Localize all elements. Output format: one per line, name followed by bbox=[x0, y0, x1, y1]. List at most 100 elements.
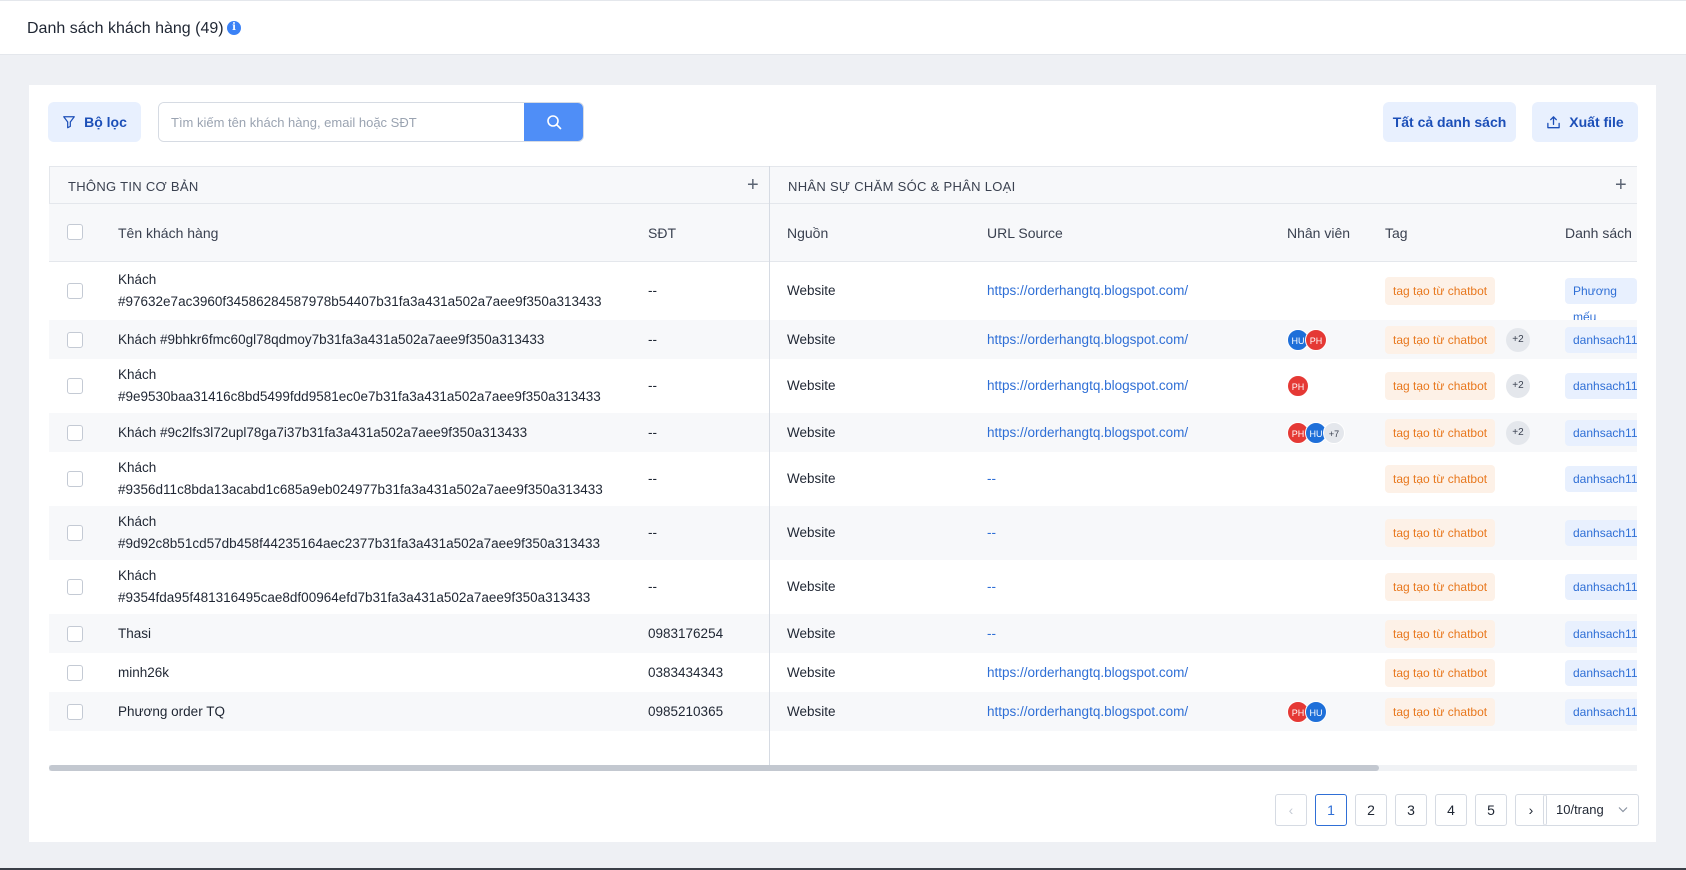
customer-source: Website bbox=[787, 579, 836, 594]
row-checkbox[interactable] bbox=[67, 378, 83, 394]
customer-name[interactable]: minh26k bbox=[118, 662, 169, 684]
url-source-link[interactable]: https://orderhangtq.blogspot.com/ bbox=[987, 378, 1188, 393]
row-checkbox[interactable] bbox=[67, 525, 83, 541]
customer-name[interactable]: Khách #9c2lfs3l72upl78ga7i37b31fa3a431a5… bbox=[118, 422, 527, 444]
staff-avatars[interactable]: PH HU bbox=[1287, 700, 1327, 723]
pagination-page-1[interactable]: 1 bbox=[1315, 794, 1347, 826]
row-checkbox[interactable] bbox=[67, 424, 83, 441]
customer-source: Website bbox=[787, 625, 836, 641]
avatar[interactable]: HU bbox=[1305, 700, 1327, 723]
table-row[interactable]: Khách #9bhkr6fmc60gl78qdmoy7b31fa3a431a5… bbox=[49, 320, 1637, 359]
pagination-page-5[interactable]: 5 bbox=[1475, 794, 1507, 826]
url-source-link[interactable]: https://orderhangtq.blogspot.com/ bbox=[987, 704, 1188, 719]
tag-more-count[interactable]: +2 bbox=[1506, 374, 1530, 398]
customer-name[interactable]: Khách #9356d11c8bda13acabd1c685a9eb024977… bbox=[118, 457, 603, 501]
plus-icon[interactable]: + bbox=[747, 174, 759, 197]
filter-icon bbox=[63, 116, 75, 129]
table-row[interactable]: Khách #9d92c8b51cd57db458f44235164aec2377… bbox=[49, 506, 1637, 560]
customer-phone: -- bbox=[648, 331, 657, 347]
customer-name-line1: Thasi bbox=[118, 625, 152, 641]
url-source-link[interactable]: https://orderhangtq.blogspot.com/ bbox=[987, 665, 1188, 680]
pagination-page-4[interactable]: 4 bbox=[1435, 794, 1467, 826]
select-all-checkbox[interactable] bbox=[67, 224, 83, 240]
info-icon[interactable]: i bbox=[227, 21, 241, 35]
column-header-tag[interactable]: Tag bbox=[1385, 225, 1408, 241]
filter-button[interactable]: Bộ lọc bbox=[48, 102, 141, 142]
column-header-url-source[interactable]: URL Source bbox=[987, 225, 1063, 241]
staff-avatars[interactable]: HU PH bbox=[1287, 328, 1327, 351]
customer-list-panel: Bộ lọc Tất cả danh sách Xuất file THÔNG … bbox=[29, 85, 1656, 842]
plus-icon[interactable]: + bbox=[1615, 174, 1627, 197]
column-header-staff[interactable]: Nhân viên bbox=[1287, 225, 1350, 241]
staff-avatars[interactable]: PH bbox=[1287, 375, 1309, 397]
customer-name-line1: Khách bbox=[118, 367, 157, 382]
customer-name-line1: Khách bbox=[118, 460, 157, 475]
column-header-name[interactable]: Tên khách hàng bbox=[118, 225, 218, 241]
url-source-empty: -- bbox=[987, 471, 996, 486]
row-checkbox[interactable] bbox=[67, 625, 83, 642]
customer-source: Website bbox=[787, 378, 836, 393]
avatar[interactable]: PH bbox=[1287, 375, 1309, 397]
table-row[interactable]: Khách #9354fda95f481316495cae8df00964efd7… bbox=[49, 560, 1637, 614]
tag-more-count[interactable]: +2 bbox=[1506, 327, 1530, 352]
pagination-page-3[interactable]: 3 bbox=[1395, 794, 1427, 826]
url-source-link[interactable]: https://orderhangtq.blogspot.com/ bbox=[987, 425, 1188, 440]
table-row[interactable]: Thasi 0983176254 Website -- tag tạo từ chatb… bbox=[49, 614, 1637, 653]
horizontal-scrollbar[interactable] bbox=[49, 765, 1637, 771]
table-row[interactable]: Khách #9c2lfs3l72upl78ga7i37b31fa3a431a5… bbox=[49, 413, 1637, 452]
customer-name-line1: Khách #9c2lfs3l72upl78ga7i37b31fa3a431a5… bbox=[118, 424, 528, 440]
row-checkbox[interactable] bbox=[67, 471, 83, 487]
row-checkbox[interactable] bbox=[67, 579, 83, 595]
list-badge: danhsach11 bbox=[1565, 620, 1637, 647]
column-header-list[interactable]: Danh sách bbox=[1565, 225, 1632, 241]
customer-phone: -- bbox=[648, 525, 657, 540]
row-checkbox[interactable] bbox=[67, 703, 83, 720]
column-header-phone[interactable]: SĐT bbox=[648, 225, 676, 241]
search-button[interactable] bbox=[524, 103, 583, 141]
customer-phone: -- bbox=[648, 579, 657, 594]
group-title-staff-classification: NHÂN SỰ CHĂM SÓC & PHÂN LOẠI bbox=[788, 179, 1016, 194]
all-lists-button-label: Tất cả danh sách bbox=[1392, 114, 1507, 130]
table-row[interactable]: Khách #97632e7ac3960f34586284587978b54407… bbox=[49, 262, 1637, 324]
customer-name-line1: Khách bbox=[118, 568, 157, 583]
page-size-select[interactable]: 10/trang bbox=[1543, 794, 1639, 826]
list-badge: danhsach11 bbox=[1565, 698, 1637, 725]
export-button[interactable]: Xuất file bbox=[1532, 102, 1638, 142]
chevron-down-icon bbox=[1618, 795, 1628, 837]
customer-name[interactable]: Khách #9d92c8b51cd57db458f44235164aec2377… bbox=[118, 511, 600, 555]
tag-badge: tag tạo từ chatbot bbox=[1385, 465, 1496, 493]
staff-avatars[interactable]: PH HU +7 bbox=[1287, 421, 1345, 444]
column-header-source[interactable]: Nguồn bbox=[787, 225, 828, 241]
list-badge: danhsach11 bbox=[1565, 326, 1637, 353]
customer-name[interactable]: Khách #9354fda95f481316495cae8df00964efd7… bbox=[118, 565, 590, 609]
staff-more-count[interactable]: +7 bbox=[1323, 421, 1345, 444]
table-row[interactable]: Khách #9356d11c8bda13acabd1c685a9eb024977… bbox=[49, 452, 1637, 506]
customer-name[interactable]: Thasi bbox=[118, 623, 151, 645]
row-checkbox[interactable] bbox=[67, 331, 83, 348]
customer-name[interactable]: Khách #97632e7ac3960f34586284587978b54407… bbox=[118, 269, 602, 313]
row-checkbox[interactable] bbox=[67, 664, 83, 681]
table-row[interactable]: Phương order TQ 0985210365 Website https://… bbox=[49, 692, 1637, 731]
row-checkbox[interactable] bbox=[67, 283, 83, 299]
customer-phone: -- bbox=[648, 424, 657, 440]
customer-phone: -- bbox=[648, 378, 657, 393]
search-input[interactable] bbox=[159, 103, 526, 141]
avatar[interactable]: PH bbox=[1305, 328, 1327, 351]
url-source-link[interactable]: https://orderhangtq.blogspot.com/ bbox=[987, 283, 1188, 298]
table-row[interactable]: Khách #9e9530baa31416c8bd5499fdd9581ec0e7… bbox=[49, 359, 1637, 413]
customer-name[interactable]: Phương order TQ bbox=[118, 701, 225, 723]
customer-name-line2: #9356d11c8bda13acabd1c685a9eb024977b31fa… bbox=[118, 482, 603, 497]
customer-name-line2: #97632e7ac3960f34586284587978b54407b31fa… bbox=[118, 294, 602, 309]
top-header-bar: Danh sách khách hàng (49) i bbox=[0, 0, 1686, 55]
all-lists-button[interactable]: Tất cả danh sách bbox=[1383, 102, 1516, 142]
pagination-prev-button[interactable]: ‹ bbox=[1275, 794, 1307, 826]
table-row[interactable]: minh26k 0383434343 Website https://orderhan… bbox=[49, 653, 1637, 692]
url-source-link[interactable]: https://orderhangtq.blogspot.com/ bbox=[987, 332, 1188, 347]
customer-name[interactable]: Khách #9bhkr6fmc60gl78qdmoy7b31fa3a431a5… bbox=[118, 329, 544, 351]
horizontal-scrollbar-thumb[interactable] bbox=[49, 765, 1379, 771]
list-badge: danhsach11 bbox=[1565, 520, 1637, 546]
pagination-page-2[interactable]: 2 bbox=[1355, 794, 1387, 826]
customer-name[interactable]: Khách #9e9530baa31416c8bd5499fdd9581ec0e7… bbox=[118, 364, 601, 408]
tag-more-count[interactable]: +2 bbox=[1506, 420, 1530, 445]
list-badge: danhsach11 bbox=[1565, 659, 1637, 686]
